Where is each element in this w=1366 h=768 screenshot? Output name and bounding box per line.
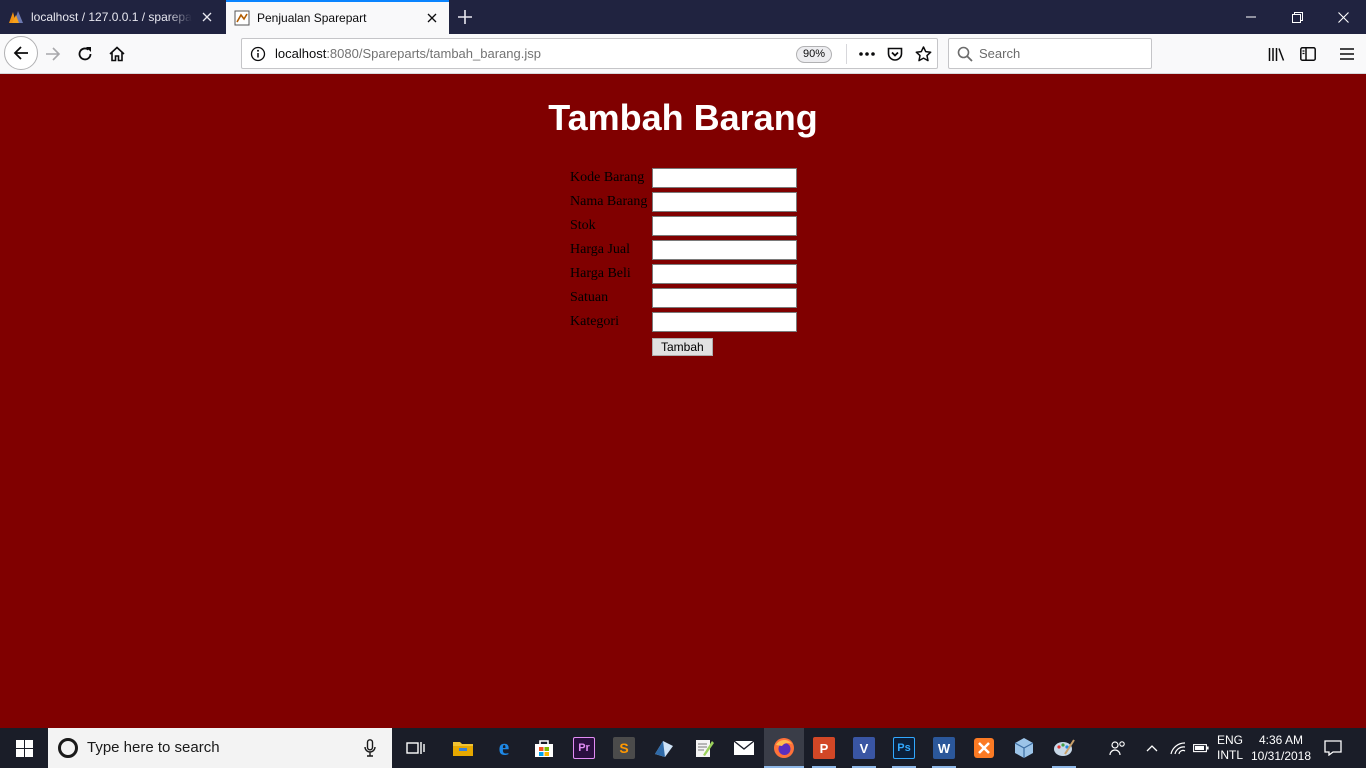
mail-icon[interactable] [724,728,764,768]
navigation-toolbar: localhost:8080/Spareparts/tambah_barang.… [0,34,1366,74]
taskbar-search-placeholder: Type here to search [87,739,220,756]
satuan-label: Satuan [570,290,609,305]
form-row-nama-barang: Nama Barang [569,191,798,213]
paint-icon[interactable] [1044,728,1084,768]
page-favicon-icon [234,10,250,26]
visio-icon[interactable]: V [844,728,884,768]
url-text[interactable]: localhost:8080/Spareparts/tambah_barang.… [275,46,541,61]
tab-phpmyadmin[interactable]: localhost / 127.0.0.1 / sparepart [0,0,224,34]
page-title: Tambah Barang [548,97,818,138]
form-row-submit: Tambah [569,335,798,357]
notifications-icon[interactable] [1316,728,1350,768]
search-box[interactable] [948,38,1152,69]
harga-beli-input[interactable] [652,264,797,284]
phpmyadmin-icon [8,9,24,25]
nama-barang-input[interactable] [652,192,797,212]
form-row-stok: Stok [569,215,798,237]
zoom-level-badge[interactable]: 90% [796,46,833,63]
sidebar-icon[interactable] [1292,38,1324,70]
word-icon[interactable]: W [924,728,964,768]
store-icon[interactable] [524,728,564,768]
windows-start-icon[interactable] [0,728,48,768]
back-button[interactable] [4,36,38,70]
form-row-harga-beli: Harga Beli [569,263,798,285]
notepadpp-icon[interactable] [684,728,724,768]
search-icon [957,46,973,67]
url-host: localhost [275,46,327,61]
keyboard-layout: INTL [1216,748,1243,762]
virtualbox-icon[interactable] [1004,728,1044,768]
people-icon[interactable] [1102,728,1134,768]
clock-date: 10/31/2018 [1250,749,1312,763]
form-row-satuan: Satuan [569,287,798,309]
page-content: Tambah Barang Kode Barang Nama Barang St… [0,75,1366,728]
sublime-icon[interactable]: S [604,728,644,768]
taskbar-search-box[interactable]: Type here to search [48,728,392,768]
harga-beli-label: Harga Beli [570,266,631,281]
library-icon[interactable] [1260,38,1292,70]
stok-label: Stok [570,218,596,233]
file-explorer-icon[interactable] [443,728,483,768]
kategori-input[interactable] [652,312,797,332]
divider [846,44,847,64]
firefox-icon[interactable] [764,728,804,768]
task-view-icon[interactable] [402,728,430,768]
search-input[interactable] [979,43,1147,64]
form-row-harga-jual: Harga Jual [569,239,798,261]
nama-barang-label: Nama Barang [570,194,648,209]
reload-icon[interactable] [69,38,101,70]
home-icon[interactable] [101,38,133,70]
powerpoint-icon[interactable]: P [804,728,844,768]
close-tab-icon[interactable] [421,7,443,29]
site-info-icon[interactable] [250,46,266,62]
tab-title: Penjualan Sparepart [257,11,367,25]
close-tab-icon[interactable] [196,6,218,28]
kode-barang-label: Kode Barang [570,170,645,185]
tab-title: localhost / 127.0.0.1 / sparepart [31,10,192,24]
tab-bar: localhost / 127.0.0.1 / sparepart Penjua… [0,0,1366,34]
windows-taskbar: Type here to search e Pr S P V Ps W ENG … [0,728,1366,768]
new-tab-icon[interactable] [452,4,478,30]
close-window-icon[interactable] [1320,0,1366,34]
add-item-form: Kode Barang Nama Barang Stok Harga Jual … [567,165,800,359]
address-bar[interactable]: localhost:8080/Spareparts/tambah_barang.… [241,38,938,69]
bookmark-star-icon[interactable] [912,43,934,65]
language-indicator[interactable]: ENG INTL [1212,728,1248,768]
tab-penjualan-sparepart[interactable]: Penjualan Sparepart [226,0,449,34]
forward-button[interactable] [37,38,69,70]
photoshop-icon[interactable]: Ps [884,728,924,768]
language-code: ENG [1216,733,1243,747]
restore-icon[interactable] [1274,0,1320,34]
harga-jual-label: Harga Jual [570,242,630,257]
netbeans-icon[interactable] [644,728,684,768]
chevron-up-icon[interactable] [1140,728,1164,768]
satuan-input[interactable] [652,288,797,308]
kode-barang-input[interactable] [652,168,797,188]
microphone-icon[interactable] [364,739,376,762]
cortana-icon [58,738,78,758]
harga-jual-input[interactable] [652,240,797,260]
form-row-kategori: Kategori [569,311,798,333]
url-path: :8080/Spareparts/tambah_barang.jsp [326,46,541,61]
menu-icon[interactable] [1331,38,1363,70]
clock[interactable]: 4:36 AM 10/31/2018 [1250,728,1312,768]
kategori-label: Kategori [570,314,619,329]
premiere-icon[interactable]: Pr [564,728,604,768]
form-row-kode-barang: Kode Barang [569,167,798,189]
wifi-icon[interactable] [1166,728,1190,768]
tambah-button[interactable]: Tambah [652,338,713,356]
pocket-icon[interactable] [884,43,906,65]
edge-icon[interactable]: e [484,728,524,768]
clock-time: 4:36 AM [1258,733,1304,747]
xampp-icon[interactable] [964,728,1004,768]
minimize-icon[interactable] [1228,0,1274,34]
battery-icon[interactable] [1190,728,1212,768]
page-actions-icon[interactable] [856,43,878,65]
stok-input[interactable] [652,216,797,236]
